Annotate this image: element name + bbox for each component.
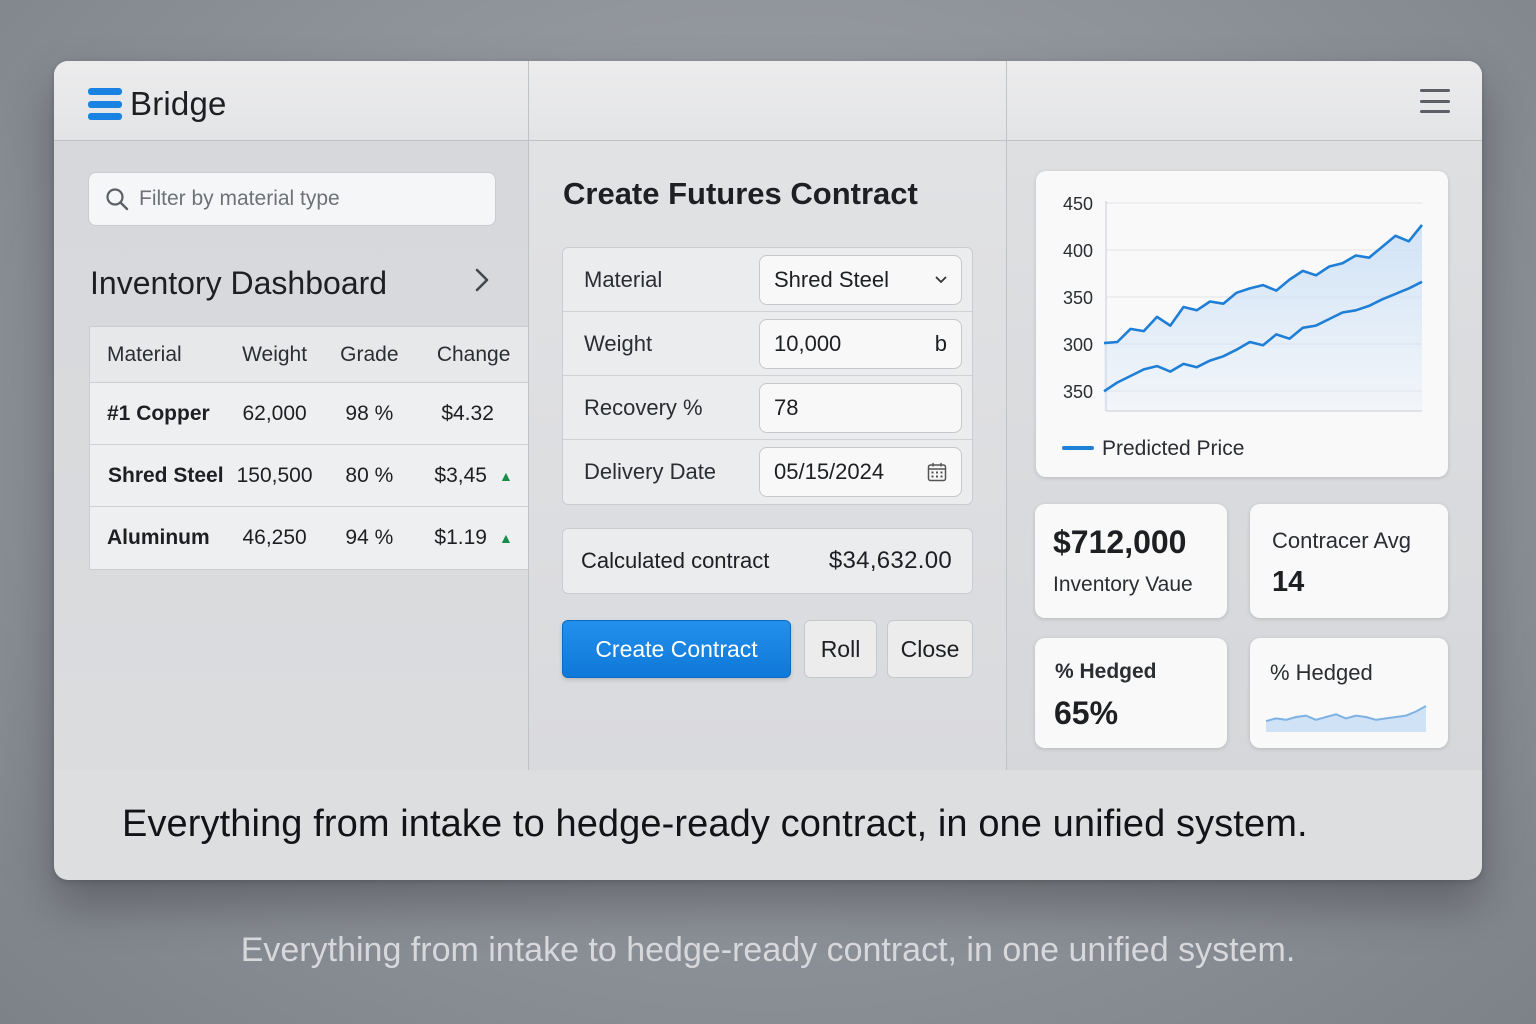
change-value: $4.32 [441, 401, 494, 425]
brand-name: Bridge [130, 85, 227, 122]
close-button[interactable]: Close [887, 620, 973, 678]
recovery-input[interactable]: 78 [759, 383, 962, 433]
form-title: Create Futures Contract [563, 176, 918, 211]
cell-weight: 150,500 [236, 463, 313, 487]
trend-up-icon: ▲ [498, 467, 513, 484]
y-tick-label: 300 [1063, 335, 1093, 355]
price-chart: 450 400 350 300 350 Predicted Price [1062, 194, 1424, 460]
hedged-sparkline-card: % Hedged [1250, 638, 1448, 748]
chevron-right-icon[interactable] [474, 267, 490, 301]
inventory-dashboard-title: Inventory Dashboard [90, 265, 388, 301]
cell-weight: 46,250 [242, 526, 307, 549]
form-row-recovery: Recovery % 78 [563, 376, 972, 440]
weight-label: Weight [584, 330, 653, 356]
inventory-value: $712,000 [1053, 524, 1187, 560]
search-icon [106, 188, 129, 211]
cell-material: Aluminum [107, 526, 210, 549]
material-label: Material [584, 266, 663, 292]
weight-unit: b [934, 331, 947, 356]
material-select[interactable]: Shred Steel [759, 255, 962, 305]
roll-button[interactable]: Roll [804, 620, 877, 678]
cell-grade: 94 % [345, 526, 394, 549]
cell-weight: 62,000 [242, 401, 307, 425]
tagline: Everything from intake to hedge-ready co… [122, 803, 1308, 845]
hedged-card: % Hedged 65% [1035, 638, 1227, 748]
inventory-table: Material Weight Grade Change #1 Copper 6… [89, 326, 528, 570]
y-tick-label: 350 [1063, 288, 1093, 308]
calculated-contract-value: $34,632.00 [828, 547, 952, 574]
hedged-spark-label: % Hedged [1270, 660, 1373, 685]
weight-input[interactable]: 10,000 b [759, 319, 962, 369]
change-value: $1.19 [434, 526, 487, 549]
chevron-down-icon [935, 276, 947, 283]
delivery-date-label: Delivery Date [584, 459, 717, 484]
cell-grade: 80 % [345, 463, 394, 487]
hedged-value: 65% [1054, 695, 1119, 731]
logo-icon [88, 88, 122, 120]
contract-avg-value: 14 [1272, 566, 1305, 598]
inventory-value-label: Inventory Vaue [1053, 573, 1193, 596]
contract-avg-label: Contracer Avg [1272, 528, 1412, 553]
contract-form: Material Shred Steel Weight 10,000 b Rec… [562, 247, 973, 505]
calculated-contract: Calculated contract $34,632.00 [562, 528, 973, 594]
create-contract-button[interactable]: Create Contract [562, 620, 791, 678]
table-row[interactable]: #1 Copper 62,000 98 % $4.32 [90, 383, 528, 445]
brand[interactable]: Bridge [88, 85, 227, 123]
recovery-label: Recovery % [584, 394, 703, 420]
column-header-weight[interactable]: Weight [230, 343, 320, 367]
cell-material: #1 Copper [107, 401, 210, 425]
cell-material: Shred Steel [108, 463, 224, 487]
top-bar: Bridge [54, 61, 1482, 141]
inventory-panel: Inventory Dashboard Material Weight Grad… [54, 141, 528, 770]
material-select-value: Shred Steel [774, 267, 889, 292]
y-tick-label: 400 [1063, 241, 1093, 261]
caption: Everything from intake to hedge-ready co… [240, 931, 1296, 969]
column-header-material[interactable]: Material [90, 343, 230, 367]
y-tick-label: 350 [1063, 382, 1093, 402]
hedged-sparkline [1266, 705, 1427, 732]
contract-form-panel: Create Futures Contract Material Shred S… [529, 141, 1006, 770]
hamburger-menu-icon[interactable] [1420, 89, 1450, 113]
delivery-date-value: 05/15/2024 [774, 459, 885, 484]
legend-label: Predicted Price [1102, 437, 1244, 460]
cell-grade: 98 % [345, 401, 394, 425]
cell-change: $1.19 ▲ [419, 526, 528, 550]
weight-input-value: 10,000 [774, 331, 842, 356]
form-row-weight: Weight 10,000 b [563, 312, 972, 376]
calculated-contract-label: Calculated contract [581, 548, 770, 573]
cell-change: $3,45 ▲ [419, 464, 528, 488]
search-box[interactable] [88, 172, 496, 226]
form-row-material: Material Shred Steel [563, 248, 972, 312]
table-header: Material Weight Grade Change [90, 327, 528, 383]
column-header-grade[interactable]: Grade [319, 343, 419, 367]
analytics-panel: 450 400 350 300 350 Predicted Price $712,000 … [1007, 141, 1482, 770]
form-row-delivery-date: Delivery Date 05/15/2024 [563, 440, 972, 504]
hedged-label: % Hedged [1055, 660, 1157, 683]
calendar-icon[interactable] [927, 462, 947, 482]
table-row[interactable]: Aluminum 46,250 94 % $1.19 ▲ [90, 507, 528, 569]
table-row[interactable]: Shred Steel 150,500 80 % $3,45 ▲ [90, 445, 528, 507]
inventory-value-card: $712,000 Inventory Vaue [1035, 504, 1227, 618]
change-value: $3,45 [434, 463, 487, 487]
trend-up-icon: ▲ [498, 530, 513, 546]
column-header-change[interactable]: Change [419, 343, 528, 367]
recovery-input-value: 78 [774, 395, 799, 420]
price-chart-card: 450 400 350 300 350 Predicted Price [1036, 171, 1448, 477]
material-filter-input[interactable] [139, 187, 469, 211]
contract-avg-card: Contracer Avg 14 [1250, 504, 1448, 618]
delivery-date-input[interactable]: 05/15/2024 [759, 447, 962, 497]
y-tick-label: 450 [1063, 194, 1093, 214]
cell-change: $4.32 [419, 402, 528, 426]
app-window: Bridge Inventory Dashboard Material Weig… [54, 61, 1482, 880]
